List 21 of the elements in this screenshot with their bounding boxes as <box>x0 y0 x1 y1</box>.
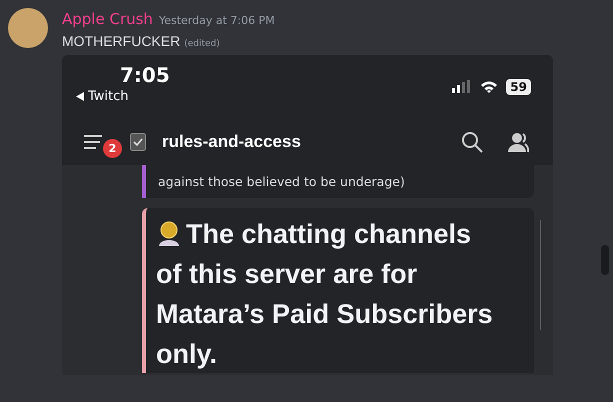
search-icon[interactable] <box>461 131 483 153</box>
back-triangle-icon <box>76 92 84 101</box>
rule-heading: The chatting channels of this server are for Matara’s Paid Subscribers only. <box>156 218 494 371</box>
scrollbar-thumb[interactable] <box>601 245 609 275</box>
message-text: MOTHERFUCKER <box>62 32 180 50</box>
edited-label: (edited) <box>184 38 220 50</box>
battery-level: 59 <box>506 78 531 94</box>
clock-time: 7:05 <box>120 62 170 86</box>
notification-badge: 2 <box>103 138 122 158</box>
avatar[interactable] <box>8 8 48 48</box>
scrollbar-thumb[interactable] <box>540 220 541 330</box>
back-link[interactable]: Twitch <box>88 86 129 106</box>
checkbox-channel-icon <box>130 133 146 151</box>
menu-icon[interactable] <box>84 134 102 150</box>
author-name[interactable]: Apple Crush <box>62 8 153 30</box>
signal-icon <box>452 80 472 93</box>
channel-name: rules-and-access <box>162 131 301 154</box>
wifi-icon <box>480 80 498 93</box>
timestamp: Yesterday at 7:06 PM <box>158 13 275 29</box>
screenshot-attachment[interactable]: 7:05 Twitch 59 2 rules-and-access against those believed to be underage) The chatting channels of this server are for Matara’s Paid Subscribers only. <box>62 54 553 374</box>
rule-text: against those believed to be underage) <box>158 174 405 188</box>
